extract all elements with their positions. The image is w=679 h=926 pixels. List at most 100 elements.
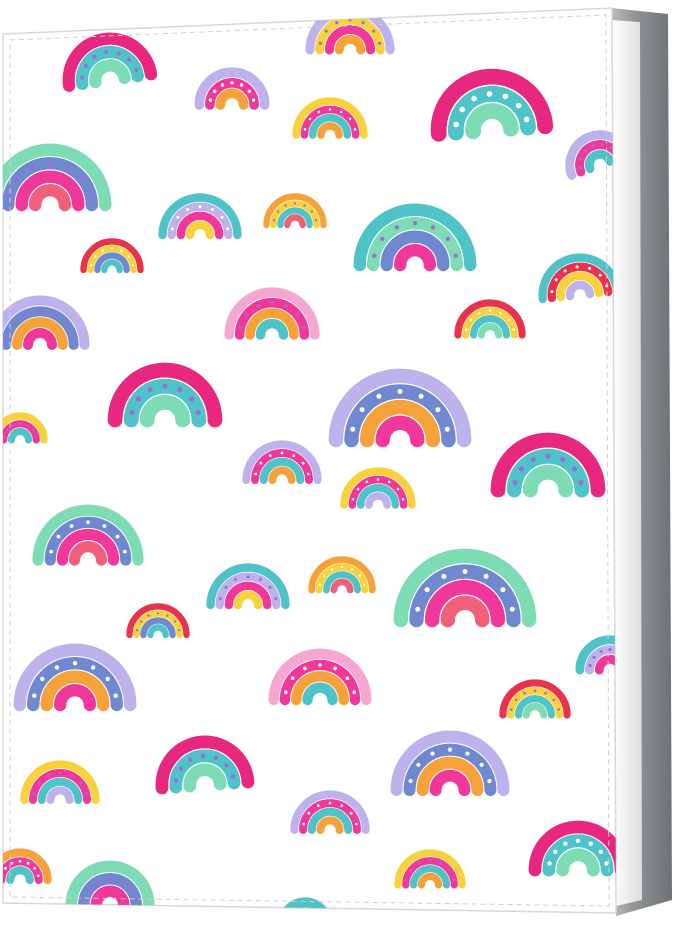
rainbow-dot [254, 472, 258, 476]
rainbow-dot [394, 225, 400, 230]
rainbow-dot [246, 575, 250, 579]
rainbow-dot [408, 778, 413, 784]
rainbow-dot [435, 407, 441, 413]
rainbow-dot [15, 176, 20, 182]
rainbow-dot [339, 110, 343, 114]
rainbow-dot [445, 236, 450, 242]
rainbow-dot [23, 312, 28, 317]
rainbow-dot [258, 578, 262, 581]
rainbow-dot [293, 202, 297, 205]
rainbow-dot [69, 524, 74, 528]
rainbow-dot [79, 781, 83, 785]
rainbow-dot [387, 480, 391, 484]
rainbow-dot [64, 322, 69, 326]
rainbow-dot [147, 614, 150, 617]
rainbow-dot [290, 676, 295, 680]
rainbow-dot [128, 886, 133, 891]
rainbow-dot [29, 165, 35, 170]
rainbow-dot [396, 487, 400, 491]
rainbow-dot [352, 690, 357, 694]
rainbow-dot [453, 253, 458, 258]
rainbow-dot [322, 574, 326, 577]
rainbow-dot [122, 549, 127, 554]
rainbow-dot [553, 849, 558, 854]
rainbow-dot [415, 606, 421, 612]
rainbow-dot [575, 838, 581, 843]
rainbow-dot [418, 393, 424, 399]
rainbow-dot [465, 328, 468, 331]
rainbow-dot [18, 422, 22, 425]
rainbow-dot [514, 698, 518, 702]
rainbow-dot [363, 583, 366, 587]
rainbow-dot [11, 424, 15, 427]
rainbow-dot [110, 247, 114, 250]
rainbow-dot [380, 236, 385, 242]
rainbow-dot [93, 255, 97, 258]
rainbow-dot [226, 227, 230, 231]
rainbow-dot [348, 117, 352, 121]
rainbow-dot [108, 876, 112, 881]
rainbow-dot [447, 747, 453, 752]
rainbow-dot [113, 693, 118, 698]
rainbow-dot [177, 386, 183, 393]
rainbow-dot [26, 861, 30, 865]
rainbow-dot [318, 583, 321, 587]
rainbow-dot [90, 665, 96, 670]
rainbow-dot [465, 751, 470, 756]
rainbow-dot [353, 128, 357, 131]
rainbow-dot [65, 165, 71, 170]
rainbow-icon [277, 897, 333, 913]
rainbow-dot [365, 480, 369, 484]
rainbow-dot [139, 620, 143, 623]
rainbow-dot [40, 676, 45, 682]
rainbow-dot [416, 762, 421, 767]
rainbow-dot [147, 386, 153, 393]
rainbow-dot [547, 861, 552, 866]
rainbow-dot [544, 691, 547, 695]
rainbow-dot [156, 612, 160, 615]
rainbow-dot [571, 466, 578, 472]
rainbow-dot [162, 383, 168, 389]
rainbow-dot [34, 435, 38, 438]
rainbow-dot [70, 774, 74, 778]
rainbow-dot [105, 676, 110, 682]
rainbow-dot [284, 204, 287, 207]
rainbow-dot [274, 597, 278, 601]
rainbow-dot [3, 435, 6, 438]
rainbow-dot [208, 98, 213, 102]
rainbow-dot [166, 614, 169, 617]
rainbow-dot [12, 322, 16, 326]
rainbow-dot [268, 454, 272, 458]
rainbow-dot [439, 861, 442, 865]
rainbow-dot [38, 309, 42, 313]
rainbow-dot [58, 771, 62, 775]
rainbow-dot [316, 804, 320, 808]
rainbow-dot [295, 313, 299, 317]
rainbow-dot [359, 407, 365, 413]
rainbow-dot [372, 29, 376, 33]
rainbow-dot [330, 568, 334, 571]
rainbow-dot [115, 534, 120, 539]
rainbow-dot [306, 472, 310, 476]
rainbow-dot [412, 221, 418, 226]
rainbow-dot [247, 89, 251, 93]
rainbow-dot [87, 886, 92, 891]
rainbow-dot [302, 822, 306, 826]
rainbow-dot [557, 708, 560, 711]
rainbow-dot [256, 304, 260, 308]
rainbow-dot [129, 409, 135, 416]
binder-photo [2, 7, 672, 916]
rainbow-dot [328, 108, 332, 111]
rainbow-dot [284, 304, 288, 308]
rainbow-dot [430, 225, 436, 230]
rainbow-band [288, 908, 322, 913]
rainbow-dot [188, 396, 195, 402]
rainbow-dot [552, 698, 556, 702]
rainbow-dot [52, 312, 57, 317]
rainbow-dot [102, 524, 107, 528]
rainbow-dot [301, 461, 305, 465]
rainbow-dot [7, 193, 12, 198]
rainbow-dot [314, 219, 318, 222]
rainbow-dot [512, 479, 518, 486]
rainbow-dot [317, 110, 321, 114]
